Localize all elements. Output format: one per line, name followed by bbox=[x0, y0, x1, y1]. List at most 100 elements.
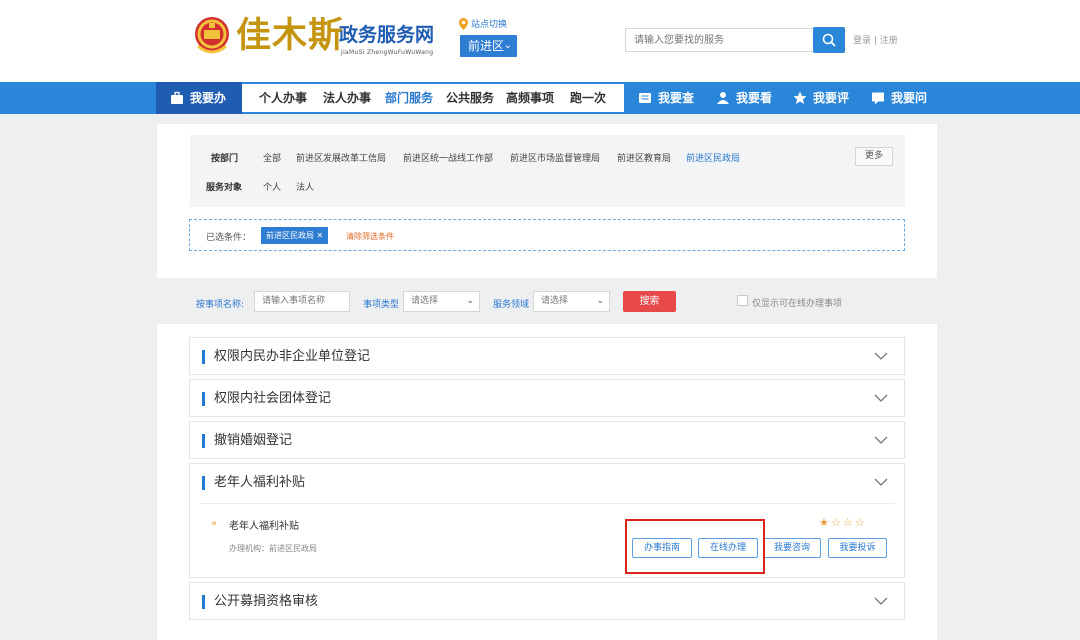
item-type-value: 请选择 bbox=[411, 296, 439, 306]
nav-view-label: 我要看 bbox=[736, 91, 773, 105]
service-domain-select[interactable]: 请选择 ⌄ bbox=[533, 291, 610, 312]
nav-item-legal[interactable]: 法人办事 bbox=[323, 84, 371, 112]
nav-ask-button[interactable]: 我要问 bbox=[871, 82, 927, 114]
accent-bar bbox=[202, 476, 205, 490]
clear-filters-link[interactable]: 清除筛选条件 bbox=[346, 231, 394, 242]
double-arrow-icon: » bbox=[211, 518, 218, 529]
register-link[interactable]: 注册 bbox=[880, 36, 898, 46]
accordion-item[interactable]: 权限内民办非企业单位登记 bbox=[189, 337, 905, 375]
rating-stars: ★☆☆☆ bbox=[819, 516, 867, 529]
service-domain-value: 请选择 bbox=[541, 296, 569, 306]
service-item-org: 办理机构：前进区民政局 bbox=[229, 544, 317, 553]
search-button[interactable] bbox=[813, 27, 845, 53]
star-empty-icon: ☆ bbox=[830, 516, 843, 529]
accordion-title: 公开募捐资格审核 bbox=[214, 594, 319, 609]
item-type-label: 事项类型 bbox=[363, 300, 400, 310]
star-empty-icon: ☆ bbox=[854, 516, 867, 529]
accent-bar bbox=[202, 392, 205, 406]
national-emblem-icon bbox=[195, 17, 229, 54]
nav-query-label: 我要查 bbox=[658, 91, 695, 105]
site-header bbox=[0, 0, 1080, 82]
nav-query-button[interactable]: 我要查 bbox=[638, 82, 694, 114]
logo-text[interactable]: 佳木斯 bbox=[236, 14, 344, 58]
location-switch-link[interactable]: 站点切换 bbox=[459, 17, 507, 30]
chevron-down-icon bbox=[874, 394, 888, 402]
dept-option-united-front[interactable]: 前进区统一战线工作部 bbox=[403, 151, 493, 164]
consult-button[interactable]: 我要咨询 bbox=[763, 538, 821, 558]
star-icon bbox=[793, 91, 807, 104]
location-pin-icon bbox=[459, 17, 468, 30]
chat-icon bbox=[872, 92, 884, 105]
nav-rate-button[interactable]: 我要评 bbox=[793, 82, 849, 114]
target-option-personal[interactable]: 个人 bbox=[263, 180, 281, 193]
complaint-button[interactable]: 我要投诉 bbox=[828, 538, 887, 558]
person-icon bbox=[717, 92, 729, 104]
login-link[interactable]: 登录 bbox=[853, 36, 871, 46]
nav-view-button[interactable]: 我要看 bbox=[716, 82, 772, 114]
accordion-title: 权限内社会团体登记 bbox=[214, 391, 332, 406]
service-item-name[interactable]: 老年人福利补贴 bbox=[229, 517, 299, 532]
query-icon bbox=[639, 93, 651, 103]
district-label: 前进区 bbox=[468, 39, 505, 53]
dept-filter-label: 按部门 bbox=[211, 154, 239, 164]
dept-option-market[interactable]: 前进区市场监督管理局 bbox=[510, 151, 600, 164]
chevron-down-icon: ⌄ bbox=[466, 296, 474, 306]
accent-bar bbox=[202, 595, 205, 609]
selected-condition-tag[interactable]: 前进区民政局 ✕ bbox=[261, 227, 329, 244]
site-pinyin: JiaMuSi ZhengWuFuWuWang bbox=[341, 49, 434, 56]
chevron-down-icon[interactable] bbox=[874, 477, 888, 487]
chevron-down-icon: ⌄ bbox=[596, 296, 604, 306]
nav-ask-label: 我要问 bbox=[891, 91, 928, 105]
site-title[interactable]: 政务服务网 bbox=[339, 24, 434, 46]
accordion-title: 撤销婚姻登记 bbox=[214, 433, 293, 448]
auth-links: 登录 | 注册 bbox=[853, 33, 898, 46]
accordion-item[interactable]: 权限内社会团体登记 bbox=[189, 379, 905, 417]
search-icon bbox=[822, 33, 836, 47]
dept-option-all[interactable]: 全部 bbox=[263, 151, 281, 164]
chevron-down-icon bbox=[874, 436, 888, 444]
star-empty-icon: ☆ bbox=[842, 516, 855, 529]
chevron-down-icon: ⌄ bbox=[503, 40, 512, 51]
nav-item-public[interactable]: 公共服务 bbox=[446, 84, 494, 112]
dept-option-civil-affairs[interactable]: 前进区民政局 bbox=[686, 151, 740, 164]
service-domain-label: 服务领域 bbox=[493, 300, 530, 310]
divider bbox=[200, 503, 895, 504]
more-departments-button[interactable]: 更多 bbox=[855, 147, 893, 166]
item-name-label: 按事项名称: bbox=[196, 300, 245, 310]
star-filled-icon: ★ bbox=[819, 516, 831, 529]
accordion-item[interactable]: 撤销婚姻登记 bbox=[189, 421, 905, 459]
accordion-item[interactable]: 公开募捐资格审核 bbox=[189, 582, 905, 620]
nav-primary-label: 我要办 bbox=[190, 91, 227, 105]
nav-item-frequent[interactable]: 高频事项 bbox=[506, 84, 554, 112]
online-only-label: 仅显示可在线办理事项 bbox=[752, 299, 843, 309]
filter-options-box bbox=[190, 135, 905, 207]
nav-item-department[interactable]: 部门服务 bbox=[385, 84, 433, 112]
selected-conditions-label: 已选条件： bbox=[206, 233, 252, 243]
accent-bar bbox=[202, 350, 205, 364]
highlight-box bbox=[625, 519, 765, 574]
dept-option-development[interactable]: 前进区发展改革工信局 bbox=[296, 151, 386, 164]
nav-item-one-trip[interactable]: 跑一次 bbox=[570, 84, 606, 112]
target-filter-label: 服务对象 bbox=[206, 183, 243, 193]
briefcase-icon bbox=[171, 91, 183, 104]
accordion-title: 权限内民办非企业单位登记 bbox=[214, 349, 371, 364]
auth-divider: | bbox=[871, 36, 880, 46]
nav-primary-label-wrap[interactable]: 我要办 bbox=[170, 82, 226, 114]
close-icon[interactable]: ✕ bbox=[317, 231, 324, 240]
site-search-input[interactable] bbox=[625, 28, 815, 52]
location-switch-label: 站点切换 bbox=[471, 20, 508, 30]
target-option-legal[interactable]: 法人 bbox=[296, 180, 314, 193]
accordion-title[interactable]: 老年人福利补贴 bbox=[214, 473, 305, 493]
nav-item-personal[interactable]: 个人办事 bbox=[259, 84, 307, 112]
item-search-button[interactable]: 搜索 bbox=[623, 291, 676, 312]
accent-bar bbox=[202, 434, 205, 448]
item-type-select[interactable]: 请选择 ⌄ bbox=[403, 291, 480, 312]
nav-rate-label: 我要评 bbox=[813, 91, 850, 105]
item-name-placeholder: 请输入事项名称 bbox=[262, 296, 326, 306]
chevron-down-icon bbox=[874, 352, 888, 360]
dept-option-education[interactable]: 前进区教育局 bbox=[617, 151, 671, 164]
online-only-checkbox[interactable] bbox=[737, 295, 748, 306]
district-select[interactable]: 前进区 ⌄ bbox=[460, 35, 517, 57]
item-name-input[interactable]: 请输入事项名称 bbox=[254, 291, 350, 312]
selected-tag-label: 前进区民政局 bbox=[266, 231, 314, 240]
